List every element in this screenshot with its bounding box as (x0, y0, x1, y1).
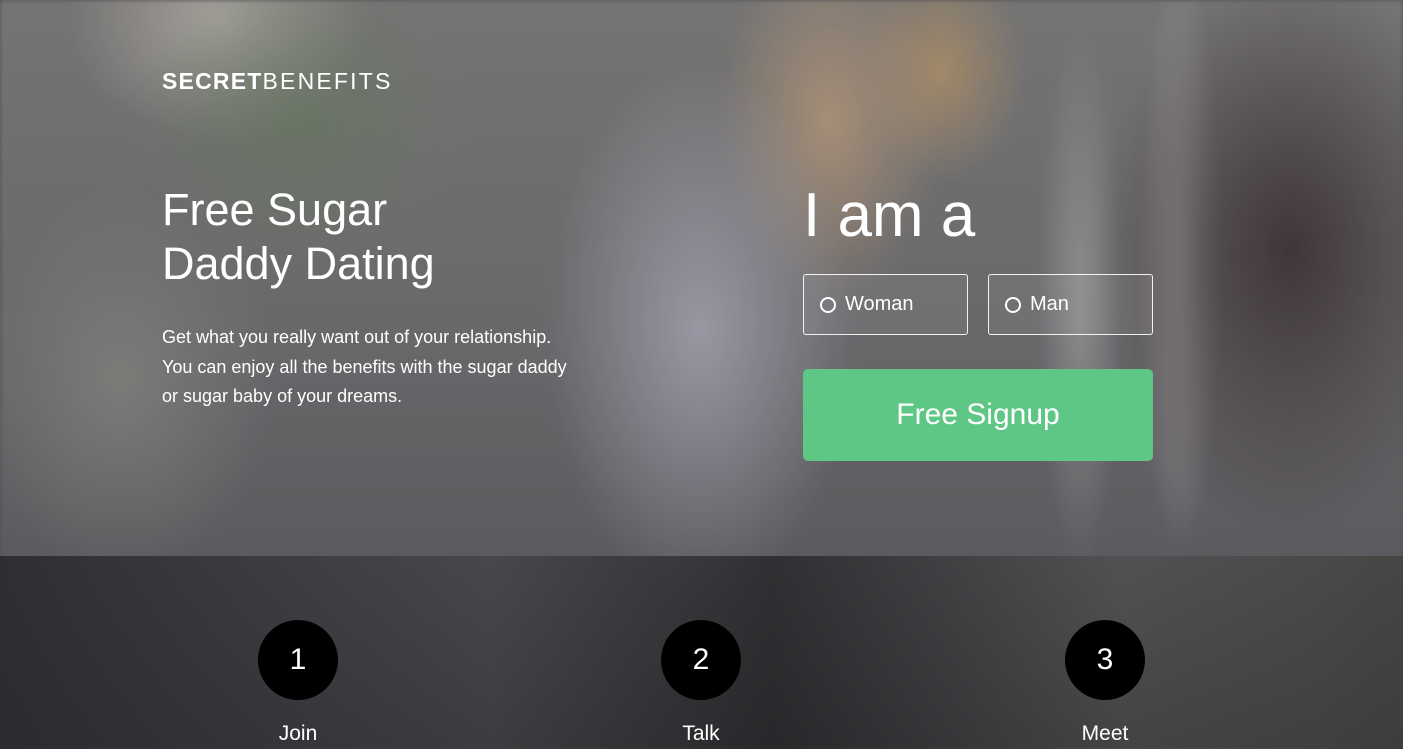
radio-icon[interactable] (820, 296, 836, 313)
gender-prompt: I am a (803, 181, 976, 250)
gender-label-woman: Woman (845, 293, 914, 315)
step-label: Join (278, 722, 318, 745)
radio-icon[interactable] (1005, 296, 1021, 313)
description-line-3: or sugar baby of your dreams. (162, 386, 403, 406)
headline-line-2: Daddy Dating (162, 238, 435, 289)
step-label: Talk (682, 722, 720, 745)
step-join: 1 Join (238, 620, 358, 747)
gender-option-woman[interactable]: Woman (803, 274, 968, 335)
step-label: Meet (1081, 722, 1129, 745)
site-logo[interactable]: SECRETBENEFITS (162, 68, 393, 94)
hero-headline: Free Sugar Daddy Dating (162, 183, 582, 291)
description-line-1: Get what you really want out of your rel… (162, 327, 552, 347)
gender-label-man: Man (1030, 293, 1069, 315)
logo-light-text: BENEFITS (262, 68, 393, 94)
step-number-badge: 1 (258, 620, 338, 700)
logo-bold-text: SECRET (162, 68, 263, 94)
description-line-2: You can enjoy all the benefits with the … (162, 356, 567, 377)
free-signup-button[interactable]: Free Signup (803, 369, 1153, 461)
gender-option-man[interactable]: Man (988, 274, 1153, 335)
step-meet: 3 Meet (1045, 620, 1165, 747)
step-number-badge: 2 (661, 620, 741, 700)
step-number-badge: 3 (1065, 620, 1145, 700)
step-talk: 2 Talk (641, 620, 761, 747)
landing-page: SECRETBENEFITS Free Sugar Daddy Dating G… (0, 0, 1403, 749)
headline-line-1: Free Sugar (162, 184, 388, 235)
hero-description: Get what you really want out of your rel… (162, 323, 612, 412)
